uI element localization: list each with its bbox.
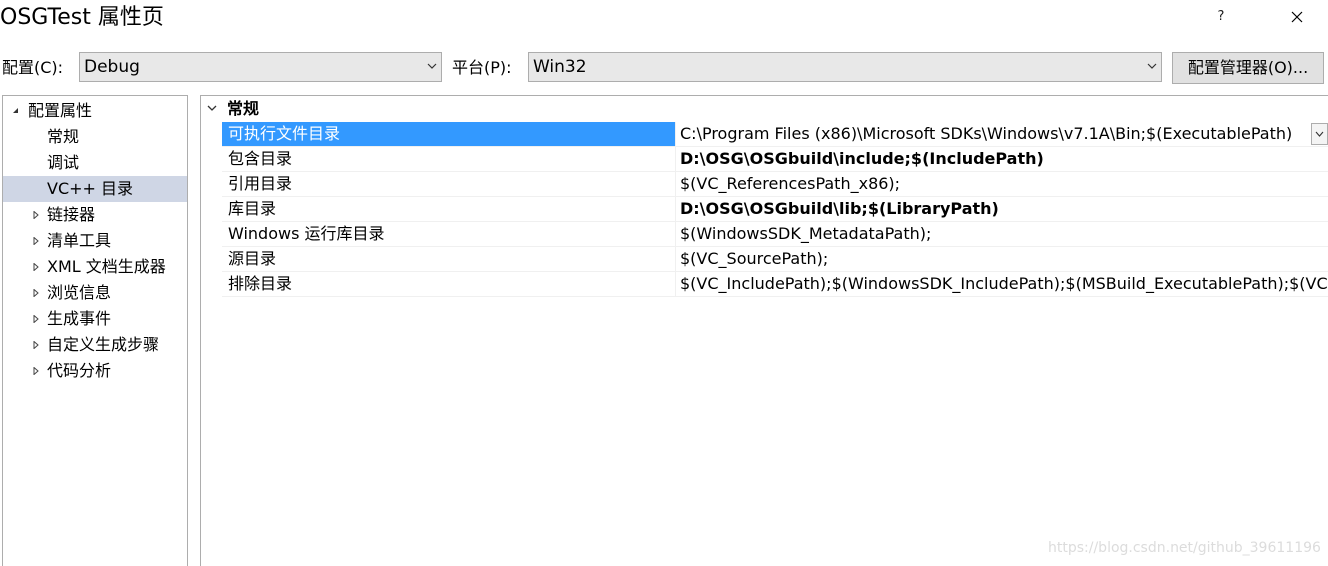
tree-item-label: 自定义生成步骤 — [47, 335, 160, 354]
tree-item-build-events[interactable]: 生成事件 — [3, 306, 187, 332]
watermark: https://blog.csdn.net/github_39611196 — [1048, 540, 1321, 556]
tree-item-label: 常规 — [47, 127, 80, 146]
tree-item-custom-build-step[interactable]: 自定义生成步骤 — [3, 332, 187, 358]
property-row-executable-directories[interactable]: 可执行文件目录 C:\Program Files (x86)\Microsoft… — [222, 122, 1328, 147]
tree-item-label: 清单工具 — [47, 231, 112, 250]
property-value[interactable]: C:\Program Files (x86)\Microsoft SDKs\Wi… — [677, 122, 1328, 146]
property-row-winrt-library-directories[interactable]: Windows 运行库目录 $(WindowsSDK_MetadataPath)… — [222, 222, 1328, 247]
platform-select[interactable]: Win32 — [528, 52, 1162, 82]
tree-item-xml-doc-generator[interactable]: XML 文档生成器 — [3, 254, 187, 280]
property-value[interactable]: D:\OSG\OSGbuild\include;$(IncludePath) — [677, 147, 1328, 171]
collapsed-triangle-icon — [33, 211, 39, 219]
property-grid: 常规 可执行文件目录 C:\Program Files (x86)\Micros… — [200, 95, 1328, 566]
property-name[interactable]: 源目录 — [222, 247, 676, 271]
expanded-triangle-icon — [13, 108, 18, 113]
property-value[interactable]: $(WindowsSDK_MetadataPath); — [677, 222, 1328, 246]
collapsed-triangle-icon — [33, 341, 39, 349]
tree-item-manifest-tool[interactable]: 清单工具 — [3, 228, 187, 254]
config-select[interactable]: Debug — [79, 52, 442, 82]
chevron-down-icon — [1147, 63, 1157, 69]
config-label: 配置(C): — [2, 58, 64, 77]
chevron-down-icon — [207, 105, 217, 111]
property-name[interactable]: 包含目录 — [222, 147, 676, 171]
configuration-toolbar: 配置(C): Debug 平台(P): Win32 配置管理器(O)... — [0, 40, 1328, 92]
configuration-manager-button[interactable]: 配置管理器(O)... — [1172, 52, 1324, 84]
collapsed-triangle-icon — [33, 289, 39, 297]
property-value[interactable]: $(VC_SourcePath); — [677, 247, 1328, 271]
tree-item-label: VC++ 目录 — [47, 179, 134, 198]
property-name[interactable]: 排除目录 — [222, 272, 676, 296]
tree-item-label: 调试 — [47, 153, 80, 172]
tree-item-label: XML 文档生成器 — [47, 257, 166, 276]
category-label: 常规 — [227, 99, 260, 118]
tree-item-label: 配置属性 — [28, 101, 93, 120]
property-value[interactable]: $(VC_IncludePath);$(WindowsSDK_IncludePa… — [677, 272, 1328, 296]
chevron-down-icon — [427, 63, 437, 69]
collapsed-triangle-icon — [33, 237, 39, 245]
property-tree: 配置属性 常规 调试 VC++ 目录 链接器 清单工具 XML 文档生成器 浏览… — [2, 95, 188, 566]
property-pages-window: OSGTest 属性页 ? 配置(C): Debug 平台(P): Win32 … — [0, 0, 1328, 566]
value-dropdown-button[interactable] — [1311, 123, 1328, 145]
property-row-include-directories[interactable]: 包含目录 D:\OSG\OSGbuild\include;$(IncludePa… — [222, 147, 1328, 172]
property-row-reference-directories[interactable]: 引用目录 $(VC_ReferencesPath_x86); — [222, 172, 1328, 197]
property-row-library-directories[interactable]: 库目录 D:\OSG\OSGbuild\lib;$(LibraryPath) — [222, 197, 1328, 222]
window-title: OSGTest 属性页 — [0, 5, 164, 30]
tree-item-config-properties[interactable]: 配置属性 — [3, 98, 187, 124]
property-name[interactable]: Windows 运行库目录 — [222, 222, 676, 246]
help-button[interactable]: ? — [1210, 4, 1232, 30]
close-button[interactable] — [1282, 4, 1312, 30]
collapsed-triangle-icon — [33, 367, 39, 375]
title-bar: OSGTest 属性页 ? — [0, 0, 1328, 40]
chevron-down-icon — [1315, 131, 1324, 137]
tree-item-general[interactable]: 常规 — [3, 124, 187, 150]
tree-item-debugging[interactable]: 调试 — [3, 150, 187, 176]
property-name[interactable]: 引用目录 — [222, 172, 676, 196]
tree-item-label: 链接器 — [47, 205, 96, 224]
tree-item-label: 生成事件 — [47, 309, 112, 328]
platform-label: 平台(P): — [452, 58, 512, 77]
platform-select-value: Win32 — [533, 57, 587, 77]
category-header-general[interactable]: 常规 — [201, 97, 1328, 121]
property-name[interactable]: 可执行文件目录 — [222, 122, 676, 146]
tree-item-linker[interactable]: 链接器 — [3, 202, 187, 228]
tree-item-browse-information[interactable]: 浏览信息 — [3, 280, 187, 306]
property-row-source-directories[interactable]: 源目录 $(VC_SourcePath); — [222, 247, 1328, 272]
close-icon — [1291, 11, 1303, 23]
property-name[interactable]: 库目录 — [222, 197, 676, 221]
tree-item-vc-directories[interactable]: VC++ 目录 — [3, 176, 187, 202]
collapsed-triangle-icon — [33, 315, 39, 323]
property-value[interactable]: D:\OSG\OSGbuild\lib;$(LibraryPath) — [677, 197, 1328, 221]
property-value[interactable]: $(VC_ReferencesPath_x86); — [677, 172, 1328, 196]
tree-item-label: 代码分析 — [47, 361, 112, 380]
collapsed-triangle-icon — [33, 263, 39, 271]
config-select-value: Debug — [84, 57, 140, 77]
tree-item-code-analysis[interactable]: 代码分析 — [3, 358, 187, 384]
tree-item-label: 浏览信息 — [47, 283, 112, 302]
property-row-exclude-directories[interactable]: 排除目录 $(VC_IncludePath);$(WindowsSDK_Incl… — [222, 272, 1328, 297]
